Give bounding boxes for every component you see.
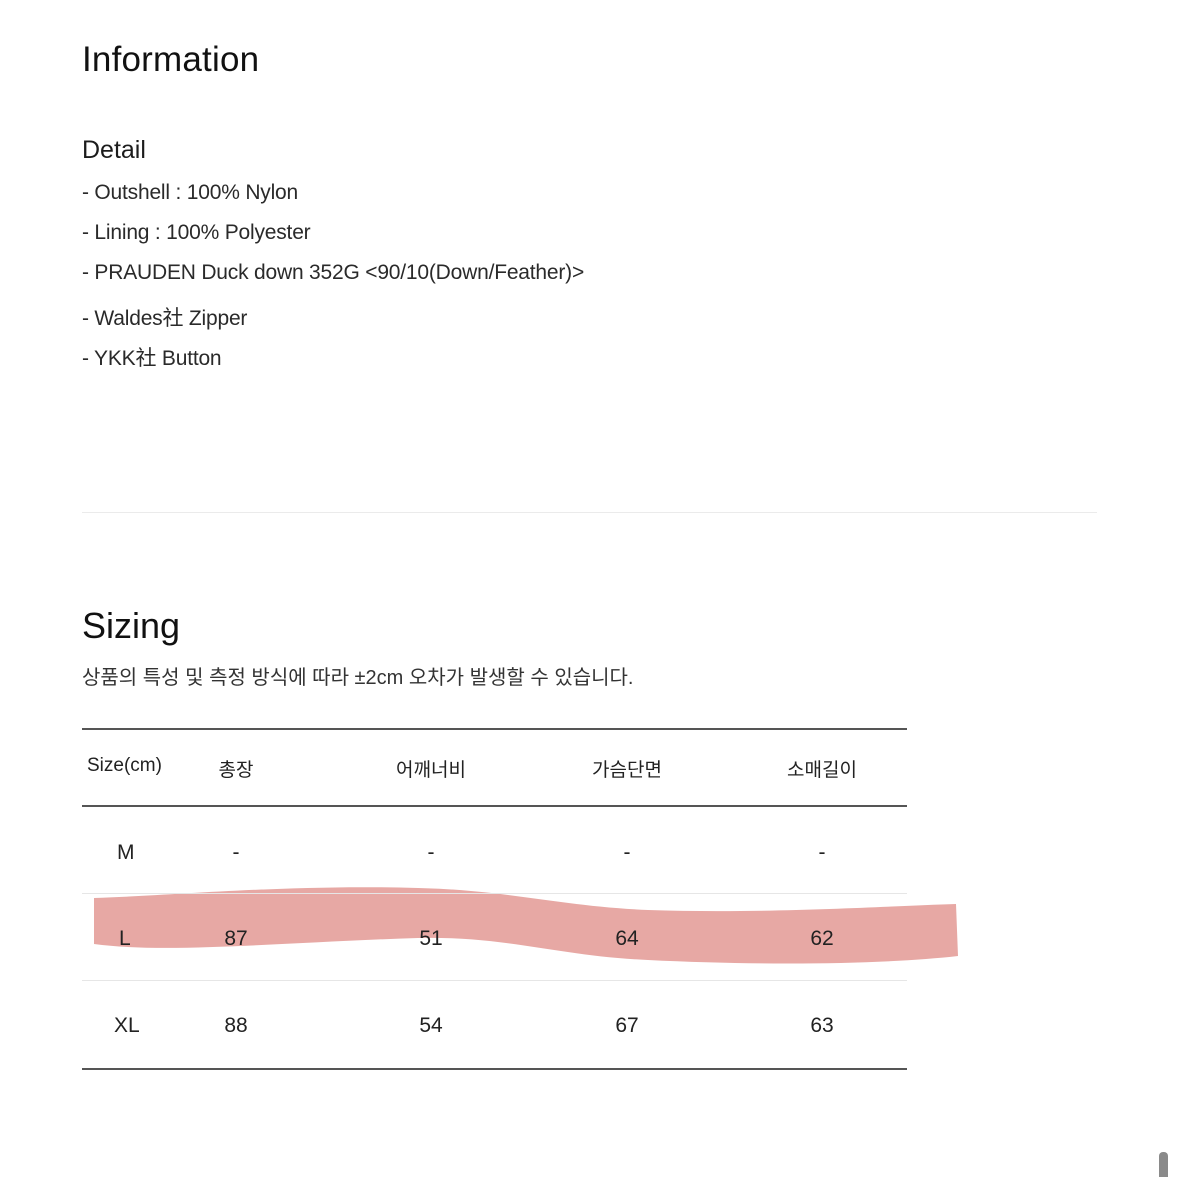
cell: 63 bbox=[810, 1014, 834, 1037]
row-size-m: M bbox=[117, 841, 135, 864]
detail-heading: Detail bbox=[82, 136, 146, 164]
sizing-note: 상품의 특성 및 측정 방식에 따라 ±2cm 오차가 발생할 수 있습니다. bbox=[82, 667, 634, 689]
header-sleeve-length: 소매길이 bbox=[787, 760, 857, 781]
scrollbar-thumb[interactable] bbox=[1159, 1152, 1168, 1177]
row-size-l: L bbox=[119, 927, 131, 950]
detail-line-outshell: - Outshell : 100% Nylon bbox=[82, 181, 299, 204]
header-bottom-rule bbox=[82, 805, 907, 807]
detail-line-down: - PRAUDEN Duck down 352G <90/10(Down/Fea… bbox=[82, 261, 585, 284]
cell: 62 bbox=[810, 927, 834, 950]
cell: 51 bbox=[419, 927, 443, 950]
cell: 88 bbox=[224, 1014, 248, 1037]
table-top-rule bbox=[82, 728, 907, 730]
cell: 64 bbox=[615, 927, 639, 950]
cell: 54 bbox=[419, 1014, 443, 1037]
cell: - bbox=[427, 841, 435, 864]
cell: - bbox=[818, 841, 826, 864]
header-chest-width: 가슴단면 bbox=[592, 760, 662, 781]
section-divider bbox=[82, 512, 1097, 513]
table-bottom-rule bbox=[82, 1068, 907, 1070]
sizing-heading: Sizing bbox=[82, 605, 181, 646]
cell: 67 bbox=[615, 1014, 639, 1037]
header-shoulder-width: 어깨너비 bbox=[396, 760, 466, 781]
cell: - bbox=[623, 841, 631, 864]
detail-line-button: - YKK社 Button bbox=[82, 347, 222, 370]
header-size: Size(cm) bbox=[87, 755, 162, 776]
row-divider bbox=[82, 980, 907, 981]
cell: - bbox=[232, 841, 240, 864]
header-total-length: 총장 bbox=[218, 760, 254, 781]
row-size-xl: XL bbox=[114, 1014, 140, 1037]
detail-line-zipper: - Waldes社 Zipper bbox=[82, 307, 248, 330]
cell: 87 bbox=[224, 927, 248, 950]
row-divider bbox=[82, 893, 907, 894]
information-heading: Information bbox=[82, 40, 260, 79]
detail-line-lining: - Lining : 100% Polyester bbox=[82, 221, 311, 244]
